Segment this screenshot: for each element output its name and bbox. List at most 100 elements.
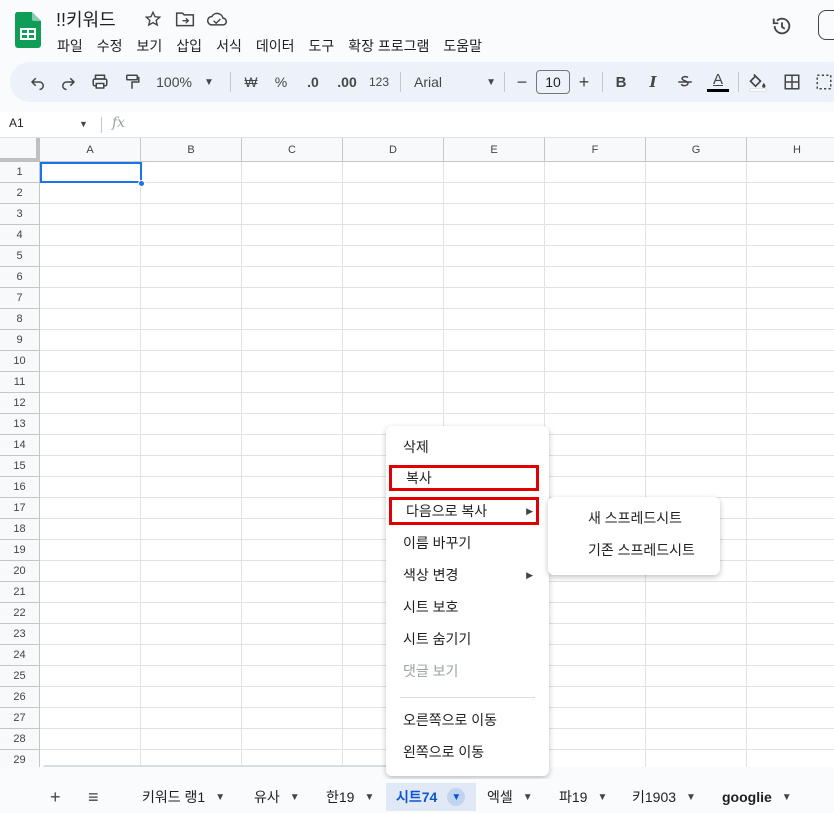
all-sheets-icon[interactable]: ≡: [88, 787, 99, 808]
sheet-tab[interactable]: 한19 ▼: [316, 783, 384, 811]
row-header[interactable]: 23: [0, 624, 40, 645]
strikethrough-icon[interactable]: [674, 70, 696, 94]
sheet-tab[interactable]: 파19 ▼: [549, 783, 617, 811]
select-all-corner[interactable]: [0, 138, 40, 162]
document-title[interactable]: !!키워드: [56, 6, 116, 32]
text-color-button[interactable]: A: [706, 70, 730, 94]
menu-item-move-right[interactable]: 오른쪽으로 이동: [386, 705, 549, 735]
row-header[interactable]: 9: [0, 330, 40, 351]
sheets-logo-icon[interactable]: [15, 12, 41, 48]
menu-data[interactable]: 데이터: [249, 34, 302, 58]
menu-edit[interactable]: 수정: [90, 34, 130, 58]
star-icon[interactable]: [140, 8, 166, 30]
row-header[interactable]: 17: [0, 498, 40, 519]
column-header[interactable]: B: [141, 138, 242, 162]
row-header[interactable]: 11: [0, 372, 40, 393]
chevron-down-icon[interactable]: ▼: [364, 792, 374, 803]
row-header[interactable]: 18: [0, 519, 40, 540]
selected-cell-a1[interactable]: [40, 162, 142, 183]
redo-icon[interactable]: [56, 70, 80, 94]
row-header[interactable]: 5: [0, 246, 40, 267]
column-header[interactable]: E: [444, 138, 545, 162]
menu-item-delete[interactable]: 삭제: [386, 432, 549, 462]
name-box[interactable]: A1 ▼: [9, 116, 88, 130]
submenu-item-existing-spreadsheet[interactable]: 기존 스프레드시트: [548, 535, 720, 565]
row-header[interactable]: 2: [0, 183, 40, 204]
column-header[interactable]: C: [242, 138, 343, 162]
row-header[interactable]: 27: [0, 708, 40, 729]
font-family-select[interactable]: Arial ▼: [408, 70, 496, 94]
column-header[interactable]: D: [343, 138, 444, 162]
row-header[interactable]: 26: [0, 687, 40, 708]
menu-item-rename[interactable]: 이름 바꾸기: [386, 528, 549, 558]
menu-help[interactable]: 도움말: [436, 34, 489, 58]
decrease-font-size-button[interactable]: −: [512, 70, 532, 94]
font-size-input[interactable]: 10: [536, 70, 570, 94]
row-header[interactable]: 28: [0, 729, 40, 750]
print-icon[interactable]: [88, 70, 112, 94]
sheet-tab[interactable]: googlie ▼: [712, 783, 802, 811]
row-header[interactable]: 22: [0, 603, 40, 624]
row-header[interactable]: 25: [0, 666, 40, 687]
row-header[interactable]: 12: [0, 393, 40, 414]
row-header[interactable]: 29: [0, 750, 40, 767]
percent-format-button[interactable]: %: [270, 70, 292, 94]
menu-item-change-color[interactable]: 색상 변경 ▶: [386, 560, 549, 590]
sheet-tab-active[interactable]: 시트74 ▼: [386, 783, 476, 811]
decrease-decimal-button[interactable]: .0: [300, 70, 326, 94]
sheet-tab[interactable]: 키워드 랭1 ▼: [132, 783, 235, 811]
row-header[interactable]: 15: [0, 456, 40, 477]
italic-button[interactable]: I: [642, 70, 664, 94]
column-header[interactable]: G: [646, 138, 747, 162]
chevron-down-icon[interactable]: ▼: [215, 792, 225, 803]
menu-extensions[interactable]: 확장 프로그램: [341, 34, 436, 58]
chevron-down-icon[interactable]: ▼: [523, 792, 533, 803]
menu-item-copy[interactable]: 복사: [389, 465, 539, 491]
increase-font-size-button[interactable]: +: [574, 70, 594, 94]
menu-format[interactable]: 서식: [209, 34, 249, 58]
comments-icon[interactable]: [818, 10, 834, 40]
menu-tools[interactable]: 도구: [301, 34, 341, 58]
version-history-icon[interactable]: [768, 12, 796, 40]
merge-cells-icon[interactable]: [814, 70, 834, 94]
cloud-saved-icon[interactable]: [204, 8, 230, 30]
fill-color-icon[interactable]: [746, 70, 770, 94]
row-header[interactable]: 13: [0, 414, 40, 435]
row-header[interactable]: 1: [0, 162, 40, 183]
paint-format-icon[interactable]: [120, 70, 144, 94]
fill-handle[interactable]: [138, 180, 145, 187]
currency-format-button[interactable]: ₩: [240, 70, 262, 94]
row-header[interactable]: 20: [0, 561, 40, 582]
row-header[interactable]: 16: [0, 477, 40, 498]
row-header[interactable]: 10: [0, 351, 40, 372]
row-header[interactable]: 8: [0, 309, 40, 330]
column-header[interactable]: F: [545, 138, 646, 162]
bold-button[interactable]: B: [610, 70, 632, 94]
horizontal-scrollbar[interactable]: [42, 765, 402, 767]
zoom-select[interactable]: 100% ▼: [152, 70, 218, 94]
row-header[interactable]: 21: [0, 582, 40, 603]
menu-item-protect-sheet[interactable]: 시트 보호: [386, 592, 549, 622]
column-header[interactable]: H: [747, 138, 834, 162]
menu-view[interactable]: 보기: [130, 34, 170, 58]
sheet-tab[interactable]: 키1903 ▼: [622, 783, 706, 811]
menu-item-move-left[interactable]: 왼쪽으로 이동: [386, 737, 549, 767]
menu-insert[interactable]: 삽입: [169, 34, 209, 58]
more-formats-button[interactable]: 123: [366, 70, 392, 94]
undo-icon[interactable]: [26, 70, 50, 94]
row-header[interactable]: 6: [0, 267, 40, 288]
increase-decimal-button[interactable]: .00: [334, 70, 360, 94]
sheet-tab[interactable]: 유사 ▼: [244, 783, 310, 811]
chevron-down-icon[interactable]: ▼: [290, 792, 300, 803]
row-header[interactable]: 14: [0, 435, 40, 456]
borders-icon[interactable]: [780, 70, 804, 94]
chevron-down-icon[interactable]: ▼: [686, 792, 696, 803]
column-header[interactable]: A: [40, 138, 141, 162]
chevron-down-icon[interactable]: ▼: [447, 788, 466, 806]
menu-item-copy-to[interactable]: 다음으로 복사 ▶: [389, 497, 539, 525]
chevron-down-icon[interactable]: ▼: [597, 792, 607, 803]
add-sheet-icon[interactable]: +: [50, 787, 61, 808]
move-folder-icon[interactable]: [172, 8, 198, 30]
menu-file[interactable]: 파일: [50, 34, 90, 58]
menu-item-hide-sheet[interactable]: 시트 숨기기: [386, 624, 549, 654]
